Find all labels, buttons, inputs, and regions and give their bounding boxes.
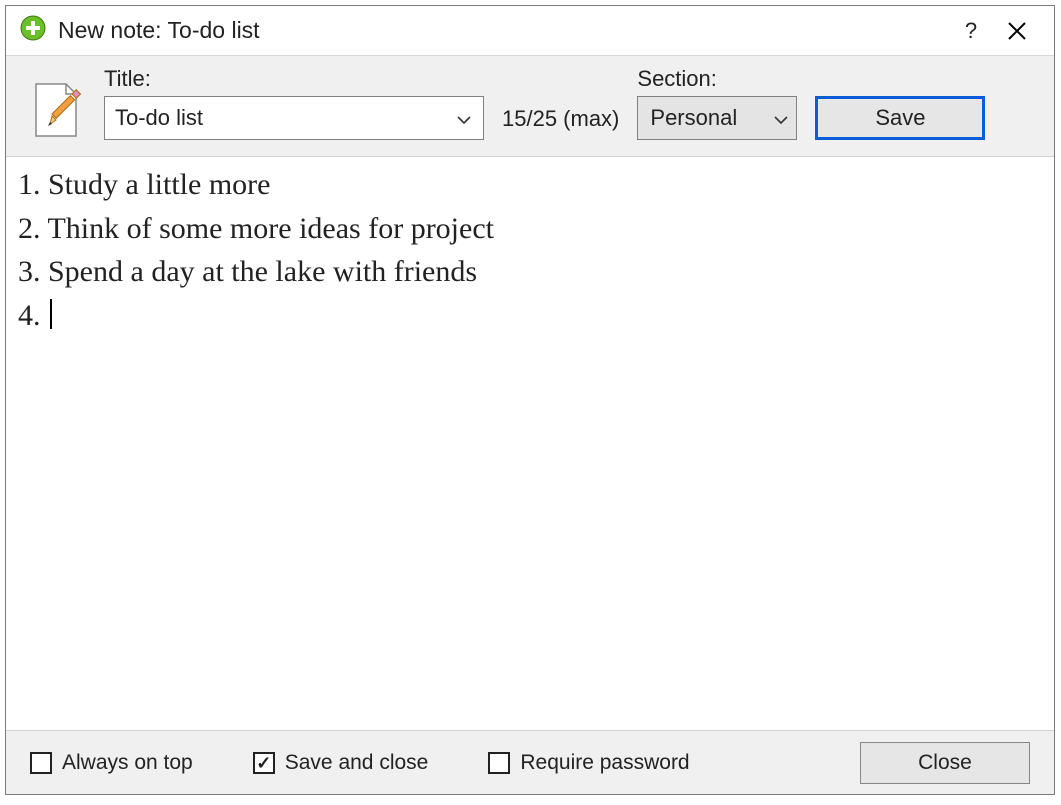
chevron-down-icon: [774, 105, 788, 131]
note-line: 3. Spend a day at the lake with friends: [18, 250, 1042, 294]
checkbox-label: Save and close: [285, 751, 429, 775]
note-line: 4.: [18, 294, 1042, 338]
footer-bar: Always on top Save and close Require pas…: [6, 730, 1054, 794]
checkbox-box: [30, 752, 52, 774]
require-password-checkbox[interactable]: Require password: [488, 751, 689, 775]
new-note-icon: [20, 15, 46, 46]
title-bar: New note: To-do list ?: [6, 6, 1054, 56]
text-cursor: [50, 299, 52, 329]
title-combobox[interactable]: To-do list: [104, 96, 484, 140]
save-button[interactable]: Save: [815, 96, 985, 140]
checkbox-box: [253, 752, 275, 774]
save-group: Save: [815, 66, 985, 140]
note-page-icon: [26, 80, 86, 140]
title-label: Title:: [104, 66, 484, 92]
close-button[interactable]: Close: [860, 742, 1030, 784]
chevron-down-icon: [453, 105, 475, 131]
section-field-group: Section: Personal: [637, 66, 797, 140]
window-title: New note: To-do list: [58, 17, 948, 44]
section-value: Personal: [650, 105, 774, 131]
title-field-group: Title: To-do list: [104, 66, 484, 140]
title-value: To-do list: [115, 105, 453, 131]
section-label: Section:: [637, 66, 797, 92]
note-line: 2. Think of some more ideas for project: [18, 207, 1042, 251]
dialog-window: New note: To-do list ? Title: To-do list: [5, 5, 1055, 795]
checkbox-box: [488, 752, 510, 774]
section-combobox[interactable]: Personal: [637, 96, 797, 140]
title-length-counter: 15/25 (max): [502, 106, 619, 140]
checkbox-label: Always on top: [62, 751, 193, 775]
checkbox-label: Require password: [520, 751, 689, 775]
save-and-close-checkbox[interactable]: Save and close: [253, 751, 429, 775]
window-close-button[interactable]: [994, 13, 1040, 49]
help-button[interactable]: ?: [948, 13, 994, 49]
always-on-top-checkbox[interactable]: Always on top: [30, 751, 193, 775]
note-body[interactable]: 1. Study a little more 2. Think of some …: [6, 157, 1054, 730]
toolbar: Title: To-do list 15/25 (max) Section: P…: [6, 56, 1054, 157]
note-line: 1. Study a little more: [18, 163, 1042, 207]
